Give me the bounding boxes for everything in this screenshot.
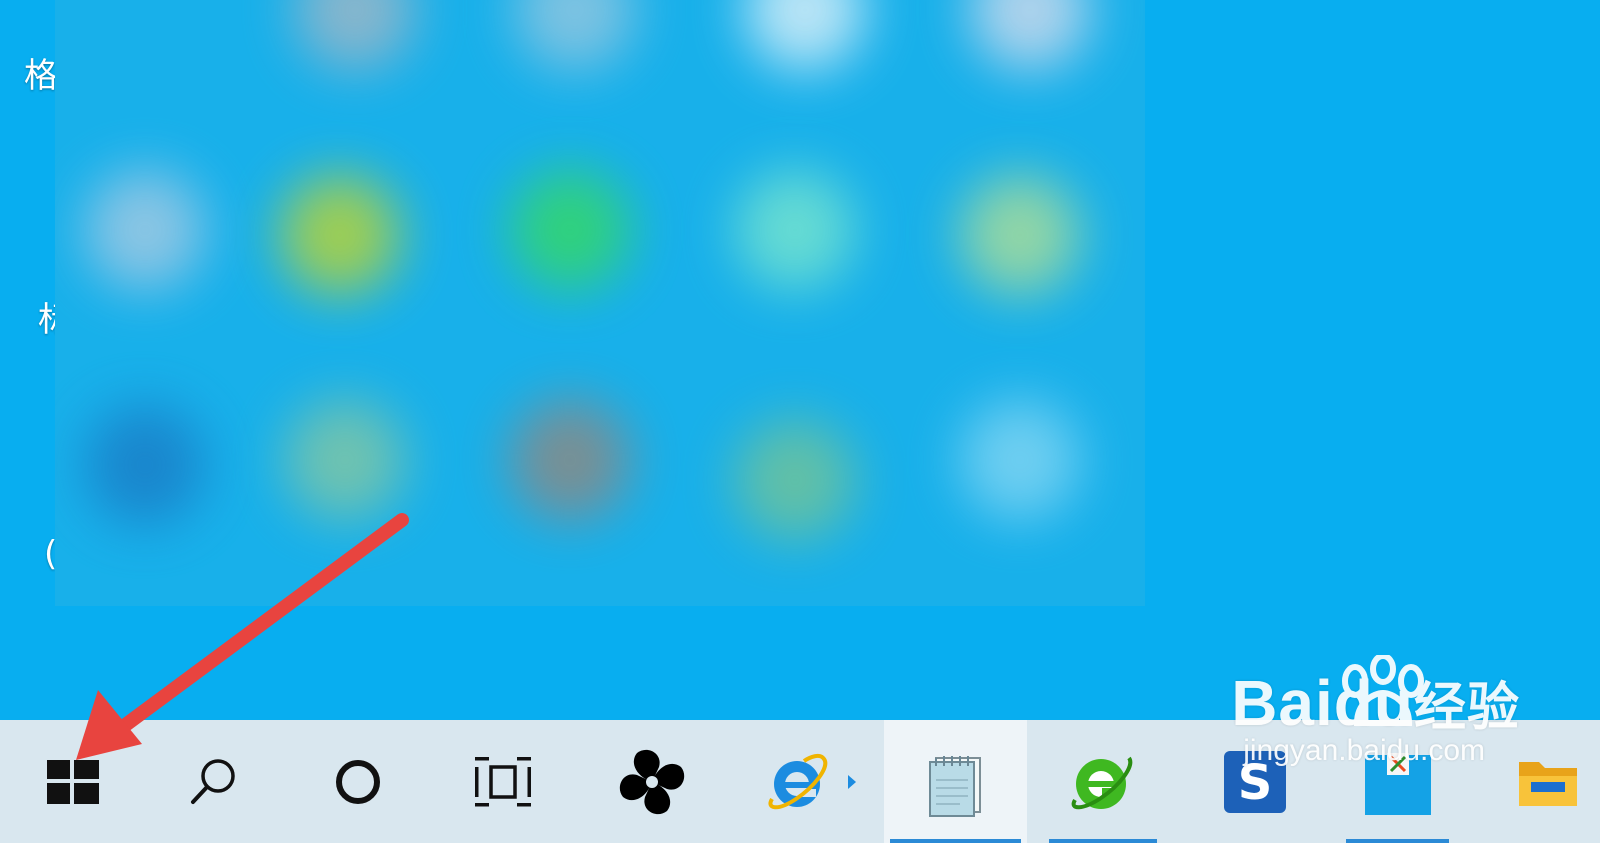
notepad-button[interactable] xyxy=(884,720,1027,843)
pinwheel-app-icon xyxy=(619,749,685,814)
blue-tile-app-button[interactable] xyxy=(1340,720,1455,843)
expand-arrow-icon xyxy=(848,774,856,789)
blue-s-app-icon: S xyxy=(1224,750,1286,813)
search-button[interactable] xyxy=(160,720,265,843)
task-view-button[interactable] xyxy=(450,720,555,843)
notepad-icon xyxy=(928,755,981,817)
svg-text:S: S xyxy=(1238,755,1273,811)
active-indicator xyxy=(890,839,1021,843)
green-e-browser-icon xyxy=(1071,756,1133,809)
running-indicator xyxy=(1049,839,1157,843)
desktop: 格 标 ( xyxy=(0,0,1600,720)
cortana-circle-icon xyxy=(335,759,380,804)
folder-icon xyxy=(1518,761,1577,806)
blurred-desktop-icons xyxy=(55,0,1145,606)
green-browser-button[interactable] xyxy=(1043,720,1163,843)
taskbar: S xyxy=(0,720,1600,843)
task-view-icon xyxy=(474,756,531,806)
blue-s-app-button[interactable]: S xyxy=(1195,720,1315,843)
internet-explorer-icon xyxy=(768,753,828,809)
start-button[interactable] xyxy=(20,720,125,843)
blue-tile-app-icon xyxy=(1364,752,1431,815)
desktop-edge-label: 格 xyxy=(24,56,58,96)
file-explorer-button[interactable] xyxy=(1495,720,1600,843)
windows-start-icon xyxy=(46,759,99,804)
pinwheel-app-button[interactable] xyxy=(592,720,712,843)
search-icon xyxy=(190,758,235,804)
internet-explorer-button[interactable] xyxy=(752,720,872,843)
running-indicator xyxy=(1346,839,1449,843)
cortana-button[interactable] xyxy=(305,720,410,843)
